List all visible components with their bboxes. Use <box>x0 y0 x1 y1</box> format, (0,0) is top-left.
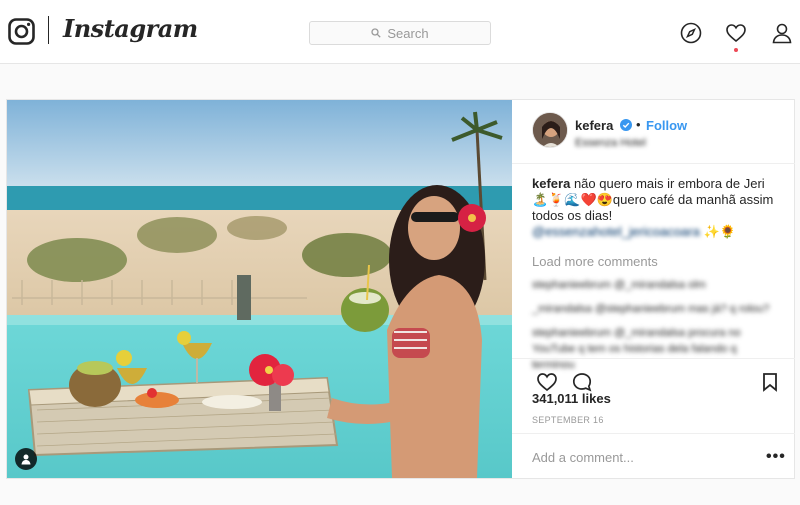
more-options-icon[interactable]: ••• <box>766 448 786 466</box>
add-comment-bar: Add a comment... ••• <box>512 433 795 478</box>
follow-button[interactable]: Follow <box>646 118 687 133</box>
likes-count[interactable]: 341,011 likes <box>532 391 611 406</box>
username[interactable]: kefera <box>575 118 613 133</box>
post-header: kefera • Follow Essenza Hotel <box>512 100 795 164</box>
notification-dot <box>734 48 738 52</box>
location-link[interactable]: Essenza Hotel <box>575 137 646 149</box>
person-tag-icon <box>21 454 31 465</box>
comment-item: stephanieebrum @_mirandalsa procura no Y… <box>532 327 741 371</box>
compass-icon[interactable] <box>680 22 702 44</box>
action-bar <box>512 358 795 392</box>
post-photo[interactable] <box>7 100 512 478</box>
like-heart-icon[interactable] <box>536 371 558 393</box>
comments-list: kefera não quero mais ir embora de Jeri … <box>532 176 782 373</box>
search-placeholder: Search <box>387 25 429 41</box>
avatar[interactable] <box>532 112 568 148</box>
instagram-wordmark[interactable]: Instagram <box>63 14 198 43</box>
top-nav: Instagram Search <box>0 0 800 64</box>
comment-item: _mirandalsa @stephanieebrum mas já? q ro… <box>532 303 770 315</box>
logo-divider <box>48 16 49 44</box>
comment-icon[interactable] <box>571 371 593 393</box>
post-card: kefera • Follow Essenza Hotel kefera não… <box>6 99 795 479</box>
caption-mention[interactable]: @essenzahotel_jericoacoara <box>532 224 700 239</box>
separator-dot: • <box>636 117 641 132</box>
avatar-image <box>533 113 567 147</box>
comment-item: stephanieebrum @_mirandalsa olm <box>532 279 706 291</box>
search-icon <box>371 28 382 38</box>
load-more-comments-button[interactable]: Load more comments <box>532 254 782 269</box>
instagram-logo-icon[interactable] <box>8 18 35 45</box>
verified-badge-icon <box>620 119 632 131</box>
caption-emoji: ✨🌻 <box>703 224 736 239</box>
save-bookmark-icon[interactable] <box>759 371 781 393</box>
post-date[interactable]: SEPTEMBER 16 <box>532 415 604 425</box>
caption-username[interactable]: kefera <box>532 176 570 191</box>
add-comment-input[interactable]: Add a comment... <box>532 450 634 465</box>
tagged-people-badge[interactable] <box>15 448 37 470</box>
search-input[interactable]: Search <box>309 21 491 45</box>
profile-icon[interactable] <box>771 22 793 44</box>
post-caption: kefera não quero mais ir embora de Jeri … <box>532 176 782 240</box>
heart-icon[interactable] <box>725 22 747 44</box>
post-sidebar: kefera • Follow Essenza Hotel kefera não… <box>512 100 795 478</box>
